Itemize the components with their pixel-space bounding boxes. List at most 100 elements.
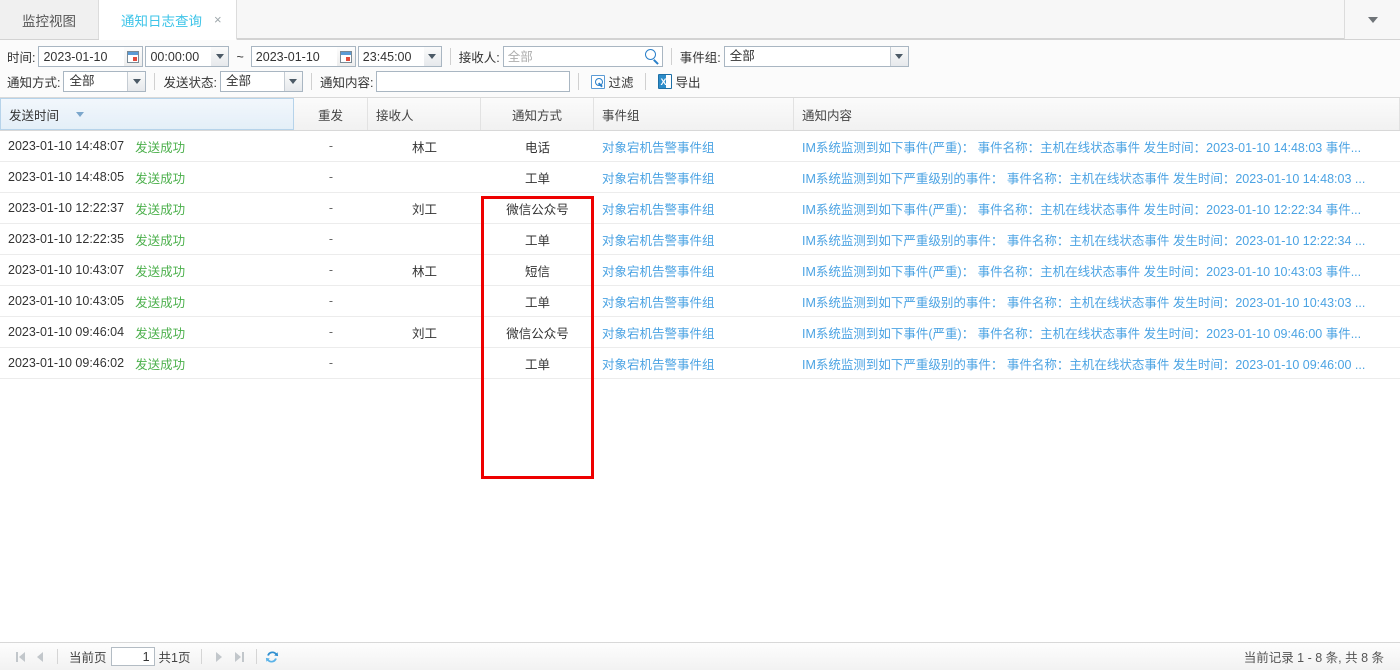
send-status-select-wrap: 全部 (219, 71, 303, 92)
column-header-label: 事件组 (602, 108, 640, 123)
receiver-input[interactable] (502, 46, 663, 67)
tab-overflow-button[interactable] (1344, 0, 1400, 39)
divider (449, 48, 451, 65)
event-group-select[interactable]: 全部 (723, 46, 909, 67)
calendar-icon-to[interactable] (336, 46, 356, 67)
export-button-label: 导出 (675, 76, 701, 90)
chevron-down-icon[interactable] (127, 72, 146, 91)
notify-type-label: 通知方式: (7, 76, 61, 90)
cell-event-group: 对象宕机告警事件组 (594, 131, 794, 161)
table-row[interactable]: 2023-01-10 12:22:35 发送成功 - 工单 对象宕机告警事件组 IM系统监… (0, 224, 1400, 255)
divider (645, 73, 647, 90)
time-from-input[interactable] (145, 46, 212, 67)
cell-notify-content-text: IM系统监测到如下严重级别的事件： 事件名称：主机在线状态事件 发生时间：202… (802, 357, 1366, 372)
close-icon[interactable]: × (214, 13, 222, 26)
search-icon[interactable] (644, 49, 659, 63)
table-row[interactable]: 2023-01-10 09:46:02 发送成功 - 工单 对象宕机告警事件组 IM系统监… (0, 348, 1400, 379)
cell-resend: - (294, 286, 368, 316)
cell-notify-type: 工单 (481, 286, 594, 316)
send-time-text: 2023-01-10 09:46:04 (8, 325, 125, 339)
cell-send-time: 2023-01-10 14:48:07 发送成功 (0, 131, 294, 161)
send-time-text: 2023-01-10 14:48:07 (8, 139, 125, 153)
cell-resend: - (294, 255, 368, 285)
export-button[interactable]: 导出 (654, 71, 704, 92)
table-row[interactable]: 2023-01-10 10:43:07 发送成功 - 林工 短信 对象宕机告警事件组 IM系… (0, 255, 1400, 286)
range-separator: ~ (236, 49, 244, 64)
column-header-notify-type[interactable]: 通知方式 (481, 98, 594, 130)
notify-content-input[interactable] (376, 71, 571, 92)
next-page-icon[interactable] (209, 647, 229, 667)
table-row[interactable]: 2023-01-10 12:22:37 发送成功 - 刘工 微信公众号 对象宕机告警事件组… (0, 193, 1400, 224)
chevron-down-icon[interactable] (889, 47, 908, 66)
cell-notify-content: IM系统监测到如下严重级别的事件： 事件名称：主机在线状态事件 发生时间：202… (794, 224, 1400, 254)
cell-notify-content-text: IM系统监测到如下事件(严重)： 事件名称：主机在线状态事件 发生时间：2023… (802, 202, 1362, 217)
table-row[interactable]: 2023-01-10 09:46:04 发送成功 - 刘工 微信公众号 对象宕机告警事件组… (0, 317, 1400, 348)
cell-resend-text: - (328, 201, 334, 215)
first-page-icon[interactable] (10, 647, 30, 667)
filter-row-1: 时间: ~ 接收人: 事件组: 全部 (0, 44, 1400, 69)
cell-notify-content-text: IM系统监测到如下事件(严重)： 事件名称：主机在线状态事件 发生时间：2023… (802, 140, 1362, 155)
filter-button[interactable]: 过滤 (587, 71, 637, 92)
cell-notify-content: IM系统监测到如下事件(严重)： 事件名称：主机在线状态事件 发生时间：2023… (794, 193, 1400, 223)
cell-event-group: 对象宕机告警事件组 (594, 255, 794, 285)
column-header-event-group[interactable]: 事件组 (594, 98, 794, 130)
cell-resend: - (294, 193, 368, 223)
last-page-icon[interactable] (229, 647, 249, 667)
column-header-receiver[interactable]: 接收人 (368, 98, 481, 130)
status-badge: 发送成功 (135, 295, 186, 310)
date-from-input[interactable] (38, 46, 125, 67)
filter-toolbar: 时间: ~ 接收人: 事件组: 全部 通知方式: (0, 40, 1400, 98)
cell-notify-content: IM系统监测到如下事件(严重)： 事件名称：主机在线状态事件 发生时间：2023… (794, 131, 1400, 161)
refresh-icon[interactable] (264, 649, 280, 665)
time-from-dropdown-button[interactable] (211, 46, 230, 67)
send-time-text: 2023-01-10 12:22:37 (8, 201, 125, 215)
status-badge: 发送成功 (135, 264, 186, 279)
tab-bar: 监控视图 通知日志查询 × (0, 0, 1400, 40)
divider (154, 73, 156, 90)
status-badge: 发送成功 (135, 140, 186, 155)
send-time-text: 2023-01-10 10:43:05 (8, 294, 125, 308)
table-row[interactable]: 2023-01-10 10:43:05 发送成功 - 工单 对象宕机告警事件组 IM系统监… (0, 286, 1400, 317)
chevron-down-icon[interactable] (283, 72, 302, 91)
pagination-bar: 当前页 共1页 当前记录 1 - 8 条, 共 8 条 (0, 642, 1400, 670)
column-header-send-time[interactable]: 发送时间 (0, 98, 294, 130)
divider (310, 73, 312, 90)
cell-notify-content-text: IM系统监测到如下事件(严重)： 事件名称：主机在线状态事件 发生时间：2023… (802, 326, 1362, 341)
cell-send-time: 2023-01-10 10:43:07 发送成功 (0, 255, 294, 285)
notify-type-select-wrap: 全部 (63, 71, 147, 92)
cell-event-group-text: 对象宕机告警事件组 (602, 140, 715, 155)
cell-event-group-text: 对象宕机告警事件组 (602, 357, 715, 372)
divider (670, 48, 672, 65)
tab-notification-log-query[interactable]: 通知日志查询 × (99, 0, 237, 40)
previous-page-icon[interactable] (30, 647, 50, 667)
column-header-notify-content[interactable]: 通知内容 (794, 98, 1400, 130)
notification-log-grid: 发送时间 重发 接收人 通知方式 事件组 通知内容 2023-01-10 14:… (0, 98, 1400, 479)
calendar-icon-from[interactable] (124, 46, 144, 67)
cell-receiver: 刘工 (368, 193, 481, 223)
current-page-input[interactable] (110, 647, 155, 666)
status-badge: 发送成功 (135, 357, 186, 372)
filter-row-2: 通知方式: 全部 发送状态: 全部 通知内容: 过滤 导出 (0, 69, 1400, 94)
cell-send-time: 2023-01-10 12:22:35 发送成功 (0, 224, 294, 254)
time-to-dropdown-button[interactable] (423, 46, 442, 67)
table-row[interactable]: 2023-01-10 14:48:07 发送成功 - 林工 电话 对象宕机告警事件组 IM系… (0, 131, 1400, 162)
receiver-label: 接收人: (458, 51, 500, 65)
divider (256, 649, 258, 664)
cell-notify-type: 短信 (481, 255, 594, 285)
cell-receiver (368, 348, 481, 378)
table-row[interactable]: 2023-01-10 14:48:05 发送成功 - 工单 对象宕机告警事件组 IM系统监… (0, 162, 1400, 193)
column-header-resend[interactable]: 重发 (294, 98, 368, 130)
divider (578, 73, 580, 90)
cell-resend-text: - (328, 356, 334, 370)
cell-send-time: 2023-01-10 09:46:04 发送成功 (0, 317, 294, 347)
cell-receiver (368, 162, 481, 192)
time-label: 时间: (7, 51, 36, 65)
cell-resend: - (294, 317, 368, 347)
cell-resend: - (294, 131, 368, 161)
date-to-input[interactable] (250, 46, 337, 67)
cell-notify-type-text: 工单 (524, 171, 550, 186)
time-to-input[interactable] (357, 46, 424, 67)
cell-notify-content: IM系统监测到如下事件(严重)： 事件名称：主机在线状态事件 发生时间：2023… (794, 255, 1400, 285)
receiver-search-wrap (502, 46, 663, 67)
tab-monitor-view[interactable]: 监控视图 (0, 0, 99, 39)
